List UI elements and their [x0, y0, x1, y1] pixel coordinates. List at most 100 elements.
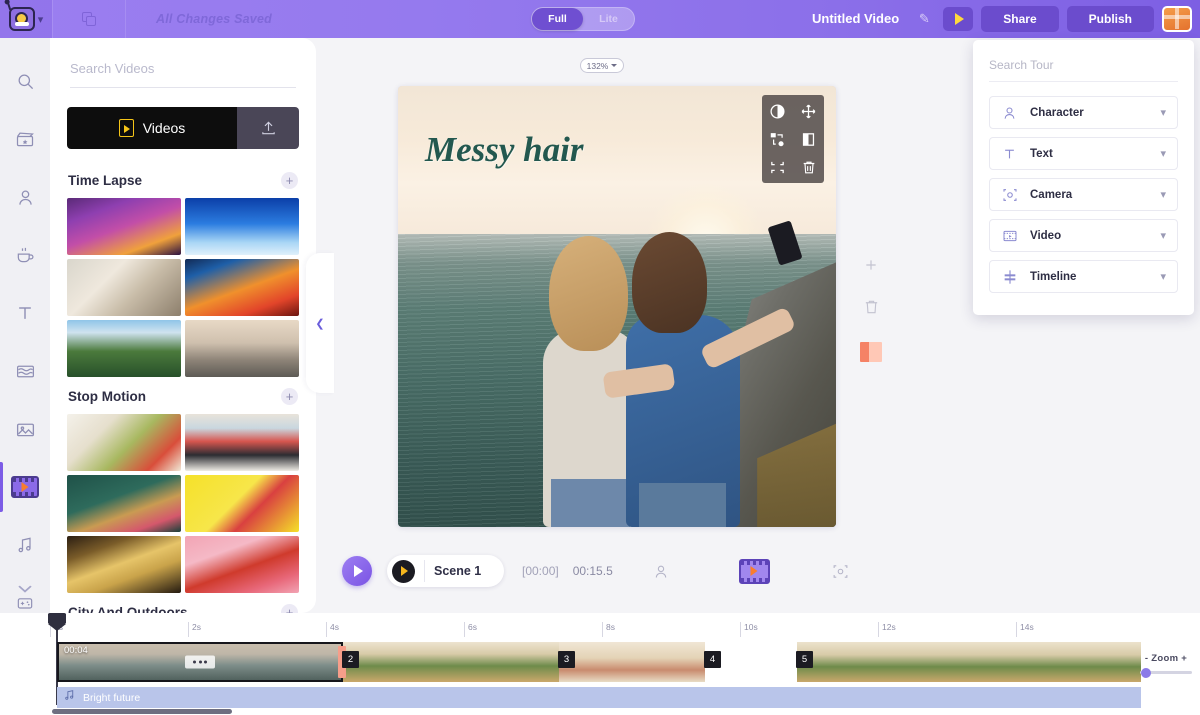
tour-item-camera[interactable]: Camera ▾ [989, 178, 1178, 211]
sidebar-item-character[interactable] [0, 168, 50, 226]
plus-icon[interactable]: + [281, 172, 298, 189]
sidebar-item-text[interactable] [0, 284, 50, 342]
mode-full-tab[interactable]: Full [532, 8, 583, 30]
tour-item-label: Video [1030, 229, 1062, 242]
zoom-level-label: 132% [586, 60, 609, 71]
play-icon [354, 565, 363, 577]
timeline-ruler[interactable]: 0s 2s 4s 6s 8s 10s 12s 14s [50, 622, 1140, 640]
scene-chip[interactable]: Scene 1 [387, 555, 504, 587]
zoom-slider[interactable] [1140, 667, 1192, 678]
chevron-down-icon[interactable]: ▾ [1160, 106, 1166, 119]
tab-videos[interactable]: Videos [67, 107, 237, 149]
tour-item-label: Camera [1030, 188, 1073, 201]
pencil-icon[interactable]: ✎ [913, 8, 935, 30]
category-title: Time Lapse [68, 173, 143, 188]
sidebar-item-video[interactable] [0, 458, 50, 516]
library-scroll[interactable]: Time Lapse + Stop Motion + City And Outd… [50, 161, 316, 613]
tour-item-video[interactable]: Video ▾ [989, 219, 1178, 252]
swap-icon[interactable] [765, 128, 791, 150]
character-icon[interactable] [653, 563, 669, 580]
tour-item-text[interactable]: Text ▾ [989, 137, 1178, 170]
publish-button[interactable]: Publish [1066, 6, 1154, 32]
list-item[interactable] [67, 536, 181, 593]
scene-play-button[interactable] [342, 556, 372, 586]
timeline-clip-end-badge[interactable]: 4 [704, 642, 727, 682]
color-swatch[interactable] [860, 342, 882, 362]
opacity-icon[interactable] [765, 100, 791, 122]
library-search[interactable] [70, 60, 296, 88]
app-logo-button[interactable]: ▾ [0, 0, 52, 38]
search-videos-input[interactable] [70, 61, 296, 76]
trash-icon[interactable] [863, 298, 880, 316]
preview-play-button[interactable] [943, 7, 974, 31]
canvas-zoom-indicator[interactable]: 132% [580, 58, 624, 73]
list-item[interactable] [185, 320, 299, 377]
list-item[interactable] [67, 320, 181, 377]
timeline-audio-track[interactable]: Bright future [57, 687, 1141, 708]
upload-button[interactable] [237, 107, 299, 149]
plus-icon[interactable]: + [281, 388, 298, 405]
sidebar-more-button[interactable] [0, 565, 50, 615]
clip-options-button[interactable] [185, 655, 215, 669]
fit-icon[interactable] [765, 156, 791, 178]
mode-toggle[interactable]: Full Lite [531, 7, 635, 31]
sidebar-item-prop[interactable] [0, 226, 50, 284]
thumbnail-grid-stop-motion [67, 414, 299, 593]
list-item[interactable] [185, 198, 299, 255]
zoom-out-button[interactable]: - [1145, 653, 1148, 664]
chevron-down-icon[interactable]: ▾ [1160, 270, 1166, 283]
sidebar-item-scene[interactable] [0, 110, 50, 168]
timeline-clip[interactable]: 5 [796, 642, 1141, 682]
chevron-down-icon[interactable]: ▾ [38, 13, 44, 26]
timeline-clip[interactable]: 00:04 [57, 642, 346, 682]
share-button[interactable]: Share [981, 6, 1059, 32]
duplicate-icon [81, 11, 97, 27]
tour-item-timeline[interactable]: Timeline ▾ [989, 260, 1178, 293]
tour-search[interactable] [989, 56, 1178, 82]
timeline-clip[interactable]: 3 [558, 642, 705, 682]
zoom-in-button[interactable]: + [1181, 653, 1187, 664]
chevron-down-icon[interactable]: ▾ [1160, 147, 1166, 160]
list-item[interactable] [185, 414, 299, 471]
add-icon[interactable] [864, 258, 878, 272]
clip-index-badge: 4 [704, 651, 721, 668]
search-tour-input[interactable] [989, 58, 1178, 72]
category-header-stop-motion: Stop Motion + [67, 377, 299, 414]
list-item[interactable] [185, 475, 299, 532]
chevron-down-icon[interactable]: ▾ [1160, 229, 1166, 242]
audio-clip-label: Bright future [83, 691, 141, 704]
mascot-avatar-icon [6, 1, 35, 31]
scene-preview-play-button[interactable] [392, 559, 415, 583]
list-item[interactable] [185, 259, 299, 316]
timeline-clip[interactable]: 2 [342, 642, 559, 682]
camera-icon[interactable] [832, 563, 849, 580]
mode-lite-tab[interactable]: Lite [583, 8, 634, 30]
caret-down-icon [611, 64, 618, 67]
move-icon[interactable] [796, 100, 822, 122]
zoom-slider-knob[interactable] [1141, 667, 1151, 678]
list-item[interactable] [67, 475, 181, 532]
tour-item-character[interactable]: Character ▾ [989, 96, 1178, 129]
delete-icon[interactable] [796, 156, 822, 178]
list-item[interactable] [67, 414, 181, 471]
list-item[interactable] [185, 536, 299, 593]
sidebar-item-background[interactable] [0, 342, 50, 400]
topbar-actions: ✎ Share Publish [913, 0, 1192, 38]
chevron-down-icon[interactable]: ▾ [1160, 188, 1166, 201]
timeline-scrollbar[interactable] [52, 709, 232, 714]
plus-icon[interactable]: + [281, 604, 298, 613]
canvas-preview[interactable]: Messy hair [398, 86, 836, 527]
tour-item-label: Timeline [1030, 270, 1077, 283]
collapse-library-button[interactable]: ❮ [306, 253, 334, 393]
gift-box-icon[interactable] [1162, 6, 1192, 32]
scene-duration: 00:15.5 [572, 564, 613, 578]
sidebar-item-search[interactable] [0, 52, 50, 110]
list-item[interactable] [67, 259, 181, 316]
duplicate-button[interactable] [53, 0, 125, 38]
video-film-icon[interactable] [738, 558, 770, 584]
top-bar: ▾ All Changes Saved Full Lite Untitled V… [0, 0, 1200, 38]
split-icon[interactable] [796, 128, 822, 150]
canvas-text-element[interactable]: Messy hair [425, 130, 584, 170]
sidebar-item-image[interactable] [0, 400, 50, 458]
list-item[interactable] [67, 198, 181, 255]
